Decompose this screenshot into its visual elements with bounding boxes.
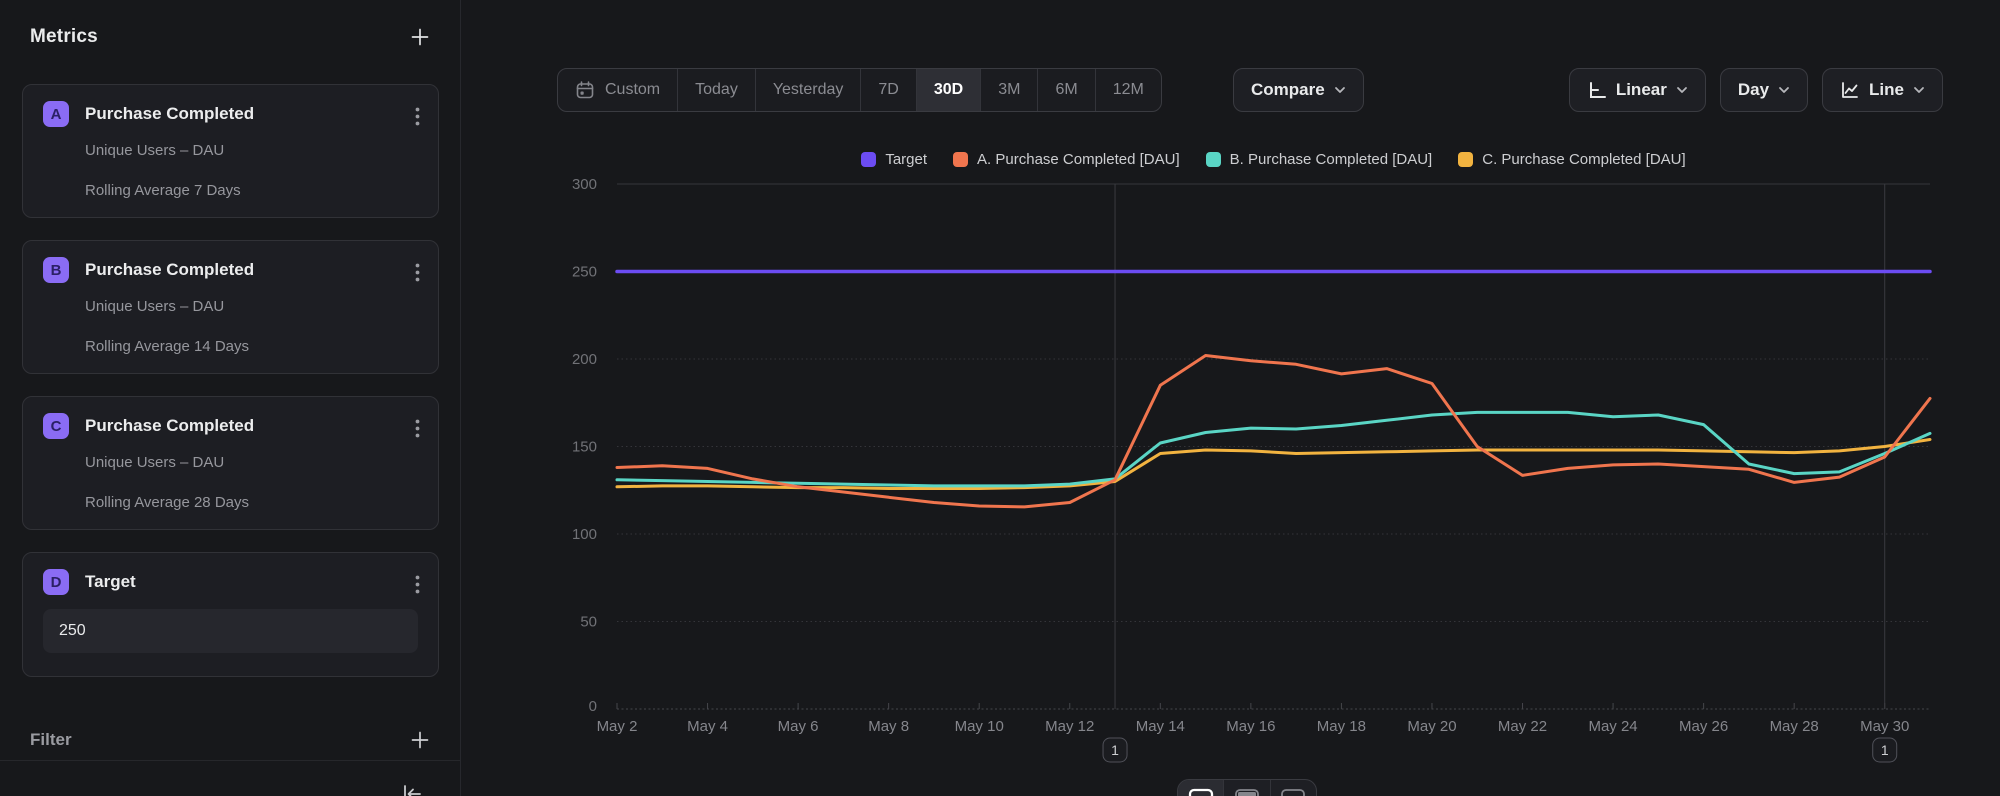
metric-rolling-average: Rolling Average 28 Days: [85, 493, 418, 512]
kebab-icon: [415, 419, 420, 438]
series-line-b: [617, 412, 1930, 486]
x-axis-tick-label: May 22: [1498, 718, 1547, 735]
metric-card-b[interactable]: B Purchase Completed Unique Users – DAU Rol…: [22, 240, 439, 374]
x-axis-tick-label: May 30: [1860, 718, 1909, 735]
y-axis-tick-label: 300: [572, 176, 597, 193]
card-menu-button[interactable]: [413, 573, 422, 596]
metrics-title: Metrics: [30, 26, 98, 48]
card-header: D Target: [43, 569, 418, 595]
view-table-button[interactable]: [1271, 780, 1316, 796]
x-axis-tick-label: May 16: [1226, 718, 1275, 735]
metric-letter-chip: A: [43, 101, 69, 127]
kebab-icon: [415, 575, 420, 594]
y-axis-tick-label: 0: [589, 698, 597, 715]
metric-measure: Unique Users – DAU: [85, 453, 418, 472]
analytics-dashboard: { "sidebar": { "title": "Metrics", "metr…: [0, 0, 2000, 796]
chart-view-icon: [1188, 788, 1214, 796]
x-axis-tick-label: May 2: [597, 718, 638, 735]
x-axis-tick-label: May 26: [1679, 718, 1728, 735]
chart-panel: CustomTodayYesterday7D30D3M6M12M Compare…: [461, 0, 2000, 796]
collapse-sidebar-button[interactable]: [398, 780, 426, 796]
metric-rolling-average: Rolling Average 7 Days: [85, 181, 418, 200]
annotation-chip-label: 1: [1111, 742, 1119, 758]
y-axis-tick-label: 250: [572, 264, 597, 281]
x-axis-tick-label: May 12: [1045, 718, 1094, 735]
filter-section-header: Filter: [30, 722, 432, 758]
x-axis-tick-label: May 6: [778, 718, 819, 735]
split-view-icon: [1234, 788, 1260, 796]
sidebar-divider: [0, 760, 460, 761]
metric-letter-chip: B: [43, 257, 69, 283]
plus-icon: [410, 27, 430, 47]
kebab-icon: [415, 263, 420, 282]
view-chart-only-button[interactable]: [1178, 780, 1224, 796]
x-axis-tick-label: May 8: [868, 718, 909, 735]
table-view-icon: [1280, 788, 1306, 796]
collapse-panel-icon: [400, 782, 424, 796]
kebab-icon: [415, 107, 420, 126]
card-menu-button[interactable]: [413, 105, 422, 128]
x-axis-tick-label: May 14: [1136, 718, 1185, 735]
target-value-input[interactable]: [43, 609, 418, 653]
metric-card-c[interactable]: C Purchase Completed Unique Users – DAU Rol…: [22, 396, 439, 530]
view-split-button[interactable]: [1224, 780, 1270, 796]
metric-letter-chip: C: [43, 413, 69, 439]
filter-title: Filter: [30, 730, 72, 750]
add-filter-button[interactable]: [408, 728, 432, 752]
x-axis-tick-label: May 10: [955, 718, 1004, 735]
card-header: B Purchase Completed: [43, 257, 418, 283]
metric-letter-chip: D: [43, 569, 69, 595]
card-header: A Purchase Completed: [43, 101, 418, 127]
card-header: C Purchase Completed: [43, 413, 418, 439]
annotation-chip-label: 1: [1881, 742, 1889, 758]
metric-measure: Unique Users – DAU: [85, 297, 418, 316]
x-axis-tick-label: May 4: [687, 718, 728, 735]
add-metric-button[interactable]: [408, 25, 432, 49]
x-axis-tick-label: May 24: [1588, 718, 1637, 735]
metric-title: Purchase Completed: [85, 416, 254, 436]
card-menu-button[interactable]: [413, 261, 422, 284]
metric-title: Target: [85, 572, 136, 592]
y-axis-tick-label: 200: [572, 351, 597, 368]
metric-rolling-average: Rolling Average 14 Days: [85, 337, 418, 356]
card-menu-button[interactable]: [413, 417, 422, 440]
metric-title: Purchase Completed: [85, 260, 254, 280]
metric-measure: Unique Users – DAU: [85, 141, 418, 160]
x-axis-tick-label: May 20: [1407, 718, 1456, 735]
metric-title: Purchase Completed: [85, 104, 254, 124]
metrics-sidebar: Metrics A Purchase Completed Unique Users …: [0, 0, 461, 796]
metric-card-target[interactable]: D Target: [22, 552, 439, 677]
sidebar-header: Metrics: [30, 22, 432, 52]
view-layout-toggle: [1177, 779, 1317, 796]
metric-card-a[interactable]: A Purchase Completed Unique Users – DAU Rol…: [22, 84, 439, 218]
y-axis-tick-label: 50: [580, 614, 597, 631]
x-axis-tick-label: May 18: [1317, 718, 1366, 735]
x-axis-tick-label: May 28: [1770, 718, 1819, 735]
y-axis-tick-label: 100: [572, 526, 597, 543]
y-axis-tick-label: 150: [572, 439, 597, 456]
plus-icon: [410, 730, 430, 750]
line-chart: 0 50 100 150 200 250 300 May 2 May 4 May 6 May 8 Ma…: [461, 0, 2000, 796]
